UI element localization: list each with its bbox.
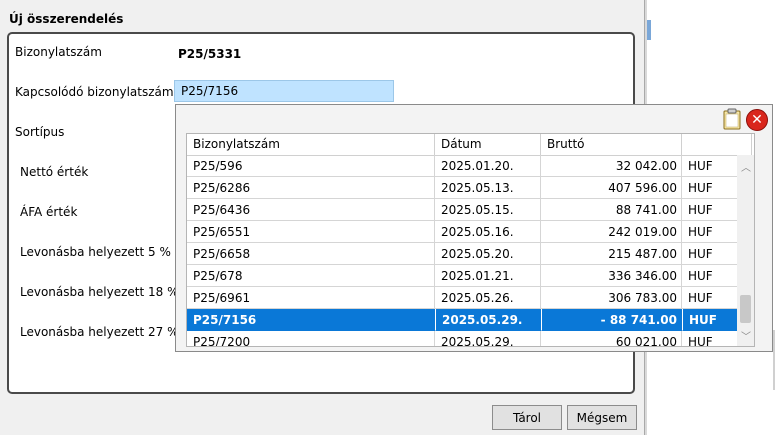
cell-gross: 32 042.00	[541, 155, 682, 177]
deducted-5-label: Levonásba helyezett 5 %	[20, 245, 171, 259]
cell-date: 2025.05.15.	[435, 199, 541, 221]
table-row[interactable]: P25/7156 2025.05.29. - 88 741.00 HUF	[187, 309, 752, 331]
table-row[interactable]: P25/6436 2025.05.15. 88 741.00 HUF	[187, 199, 752, 221]
cell-date: 2025.05.26.	[435, 287, 541, 309]
cell-date: 2025.01.21.	[435, 265, 541, 287]
cell-date: 2025.05.16.	[435, 221, 541, 243]
cell-doc: P25/6658	[187, 243, 435, 265]
popup-toolbar: ✕	[722, 108, 768, 132]
table-row[interactable]: P25/678 2025.01.21. 336 346.00 HUF	[187, 265, 752, 287]
vat-value-label: ÁFA érték	[20, 205, 78, 219]
doc-number-label: Bizonylatszám	[15, 45, 102, 59]
title-bar: Új összerendelés	[0, 0, 645, 30]
window-title: Új összerendelés	[9, 12, 124, 26]
chevron-down-icon[interactable]: ﹀	[741, 328, 751, 343]
cell-doc: P25/6436	[187, 199, 435, 221]
cell-gross: - 88 741.00	[541, 309, 682, 331]
table-row[interactable]: P25/7200 2025.05.29. 60 021.00 HUF	[187, 331, 752, 346]
cell-doc: P25/596	[187, 155, 435, 177]
background-accent	[647, 20, 651, 40]
doc-number-value: P25/5331	[178, 47, 242, 61]
net-value-label: Nettó érték	[20, 165, 89, 179]
table-row[interactable]: P25/6286 2025.05.13. 407 596.00 HUF	[187, 177, 752, 199]
document-grid: Bizonylatszám Dátum Bruttó P25/596 2025.0…	[186, 133, 755, 347]
sort-type-label: Sortípus	[15, 125, 65, 139]
cell-doc: P25/7200	[187, 331, 435, 346]
cell-date: 2025.05.20.	[435, 243, 541, 265]
deducted-18-label: Levonásba helyezett 18 %	[20, 285, 179, 299]
cell-gross: 88 741.00	[541, 199, 682, 221]
column-header-doc[interactable]: Bizonylatszám	[187, 134, 435, 155]
cell-gross: 306 783.00	[541, 287, 682, 309]
cell-date: 2025.05.13.	[435, 177, 541, 199]
chevron-up-icon[interactable]: ︿	[741, 159, 751, 174]
table-row[interactable]: P25/6961 2025.05.26. 306 783.00 HUF	[187, 287, 752, 309]
table-row[interactable]: P25/6551 2025.05.16. 242 019.00 HUF	[187, 221, 752, 243]
cancel-button[interactable]: Mégsem	[567, 405, 637, 430]
related-doc-input[interactable]: P25/7156	[174, 80, 394, 102]
column-header-gross[interactable]: Bruttó	[541, 134, 682, 155]
background-divider	[773, 330, 775, 390]
cell-doc: P25/678	[187, 265, 435, 287]
grid-scrollbar[interactable]: ︿ ﹀	[737, 155, 754, 346]
column-header-currency[interactable]	[682, 134, 752, 155]
related-doc-label: Kapcsolódó bizonylatszám	[15, 85, 174, 99]
scrollbar-thumb[interactable]	[740, 295, 751, 323]
table-row[interactable]: P25/6658 2025.05.20. 215 487.00 HUF	[187, 243, 752, 265]
cell-gross: 60 021.00	[541, 331, 682, 346]
cell-gross: 336 346.00	[541, 265, 682, 287]
lookup-popup: ✕ Bizonylatszám Dátum Bruttó P25/596 2025…	[175, 104, 773, 352]
save-button[interactable]: Tárol	[492, 405, 562, 430]
cell-doc: P25/6286	[187, 177, 435, 199]
cell-gross: 215 487.00	[541, 243, 682, 265]
cell-doc: P25/7156	[187, 309, 435, 331]
cell-doc: P25/6551	[187, 221, 435, 243]
cell-gross: 242 019.00	[541, 221, 682, 243]
cell-date: 2025.05.29.	[435, 309, 541, 331]
grid-header: Bizonylatszám Dátum Bruttó	[187, 134, 754, 156]
deducted-27-label: Levonásba helyezett 27 %	[20, 325, 179, 339]
table-row[interactable]: P25/596 2025.01.20. 32 042.00 HUF	[187, 155, 752, 177]
cell-doc: P25/6961	[187, 287, 435, 309]
cell-date: 2025.01.20.	[435, 155, 541, 177]
close-icon[interactable]: ✕	[746, 109, 768, 131]
clipboard-icon[interactable]	[722, 108, 742, 130]
column-header-date[interactable]: Dátum	[435, 134, 541, 155]
cell-gross: 407 596.00	[541, 177, 682, 199]
cell-date: 2025.05.29.	[435, 331, 541, 346]
